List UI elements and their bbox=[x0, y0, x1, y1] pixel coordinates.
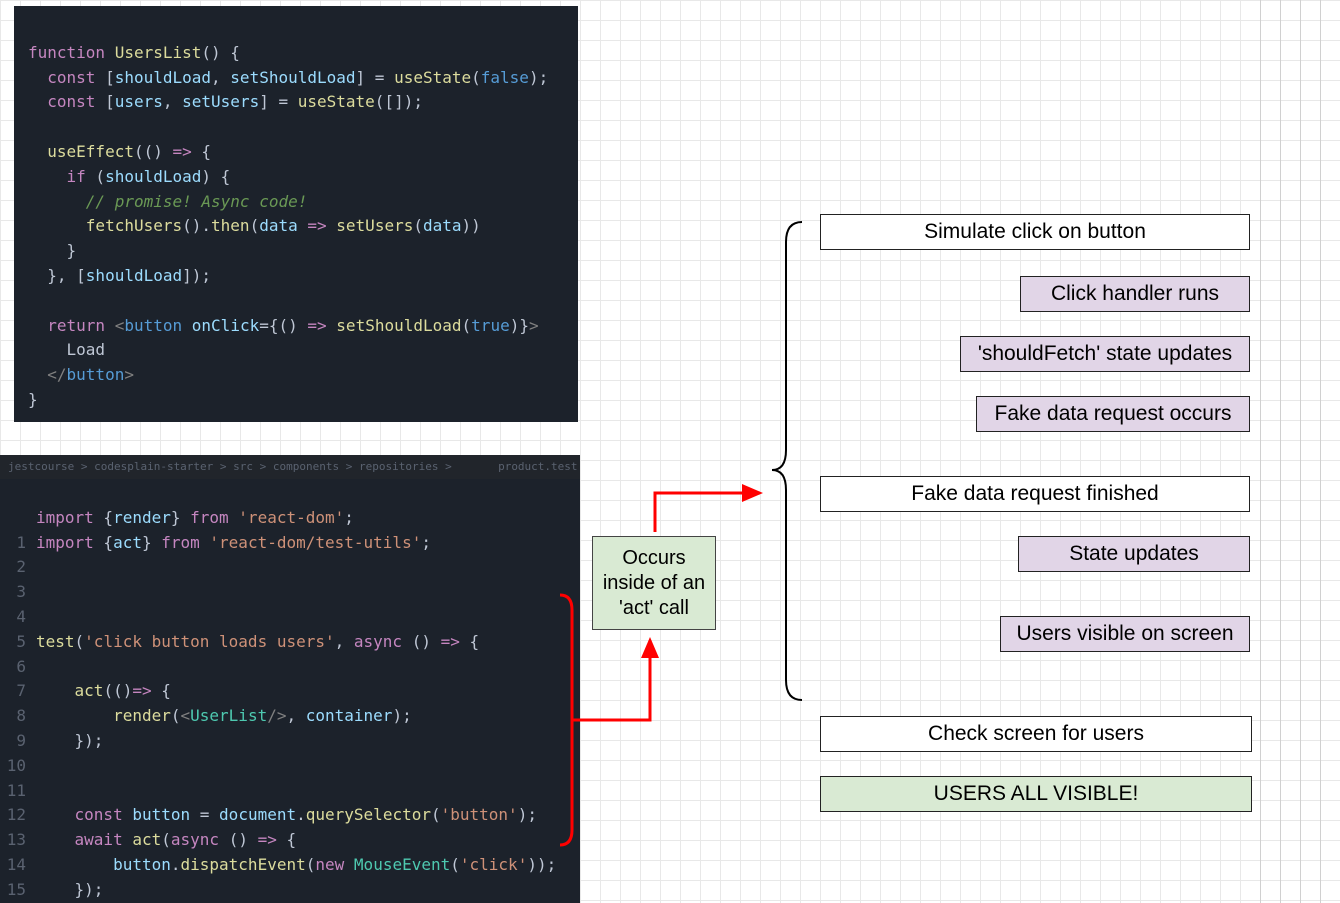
annotation-act-call: Occurs inside of an 'act' call bbox=[592, 536, 716, 630]
grid-right-strip bbox=[1260, 0, 1340, 903]
step-users-visible: Users visible on screen bbox=[1000, 616, 1250, 652]
step-shouldfetch-update: 'shouldFetch' state updates bbox=[960, 336, 1250, 372]
code-body-test: import {render} from 'react-dom'; import… bbox=[36, 481, 568, 897]
step-simulate-click: Simulate click on button bbox=[820, 214, 1250, 250]
step-check-screen: Check screen for users bbox=[820, 716, 1252, 752]
step-click-handler: Click handler runs bbox=[1020, 276, 1250, 312]
code-block-test: jestcourse > codesplain-starter > src > … bbox=[0, 455, 580, 903]
line-number-gutter: 12345678910111213141516171819202122 bbox=[0, 481, 36, 897]
step-request-finished: Fake data request finished bbox=[820, 476, 1250, 512]
step-users-all-visible: USERS ALL VISIBLE! bbox=[820, 776, 1252, 812]
step-state-updates: State updates bbox=[1018, 536, 1250, 572]
editor-tabbar: jestcourse > codesplain-starter > src > … bbox=[0, 455, 580, 479]
code-block-userslist: function UsersList() { const [shouldLoad… bbox=[14, 6, 578, 422]
step-fake-request: Fake data request occurs bbox=[976, 396, 1250, 432]
